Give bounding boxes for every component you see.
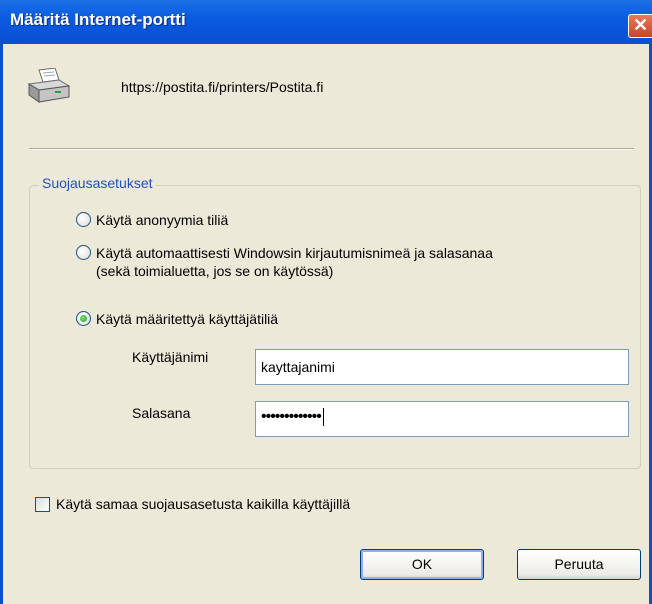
printer-url: https://postita.fi/printers/Postita.fi — [121, 79, 324, 95]
radio-label: Käytä määritettyä käyttäjätiliä — [96, 310, 278, 328]
window-title: Määritä Internet-portti — [10, 10, 186, 29]
apply-all-users-checkbox[interactable]: Käytä samaa suojausasetusta kaikilla käy… — [35, 496, 350, 512]
title-bar[interactable]: Määritä Internet-portti ✕ — [0, 0, 652, 44]
radio-anonymous[interactable]: Käytä anonyymia tiliä — [76, 211, 228, 229]
radio-button[interactable] — [76, 212, 91, 227]
checkbox-label: Käytä samaa suojausasetusta kaikilla käy… — [56, 496, 351, 512]
ok-button[interactable]: OK — [360, 549, 484, 580]
radio-label-line: Käytä automaattisesti Windowsin kirjautu… — [96, 245, 493, 261]
radio-windows-login[interactable]: Käytä automaattisesti Windowsin kirjautu… — [76, 244, 493, 280]
password-input[interactable]: ••••••••••••• — [255, 401, 629, 437]
password-label: Salasana — [132, 405, 191, 421]
close-button[interactable]: ✕ — [628, 14, 652, 38]
separator — [29, 148, 634, 150]
dialog-body: https://postita.fi/printers/Postita.fi S… — [0, 44, 652, 604]
radio-specified-account[interactable]: Käytä määritettyä käyttäjätiliä — [76, 310, 278, 328]
cancel-button[interactable]: Peruuta — [517, 549, 641, 580]
radio-label-line: (sekä toimialuetta, jos se on käytössä) — [96, 263, 334, 279]
password-value: ••••••••••••• — [261, 408, 322, 426]
close-icon: ✕ — [632, 15, 649, 35]
dialog-window: Määritä Internet-portti ✕ https://postit… — [0, 0, 652, 604]
radio-label-line: Käytä anonyymia tiliä — [96, 212, 229, 228]
radio-button[interactable] — [76, 245, 91, 260]
radio-label-line: Käytä määritettyä käyttäjätiliä — [96, 311, 279, 327]
username-input[interactable]: kayttajanimi — [255, 349, 629, 385]
radio-label: Käytä automaattisesti Windowsin kirjautu… — [96, 244, 493, 280]
printer-icon — [27, 68, 71, 103]
security-legend: Suojausasetukset — [39, 175, 156, 191]
text-caret — [322, 408, 324, 426]
checkbox[interactable] — [35, 496, 50, 512]
radio-label: Käytä anonyymia tiliä — [96, 211, 228, 229]
username-label: Käyttäjänimi — [132, 349, 209, 365]
radio-button-selected[interactable] — [76, 311, 91, 326]
